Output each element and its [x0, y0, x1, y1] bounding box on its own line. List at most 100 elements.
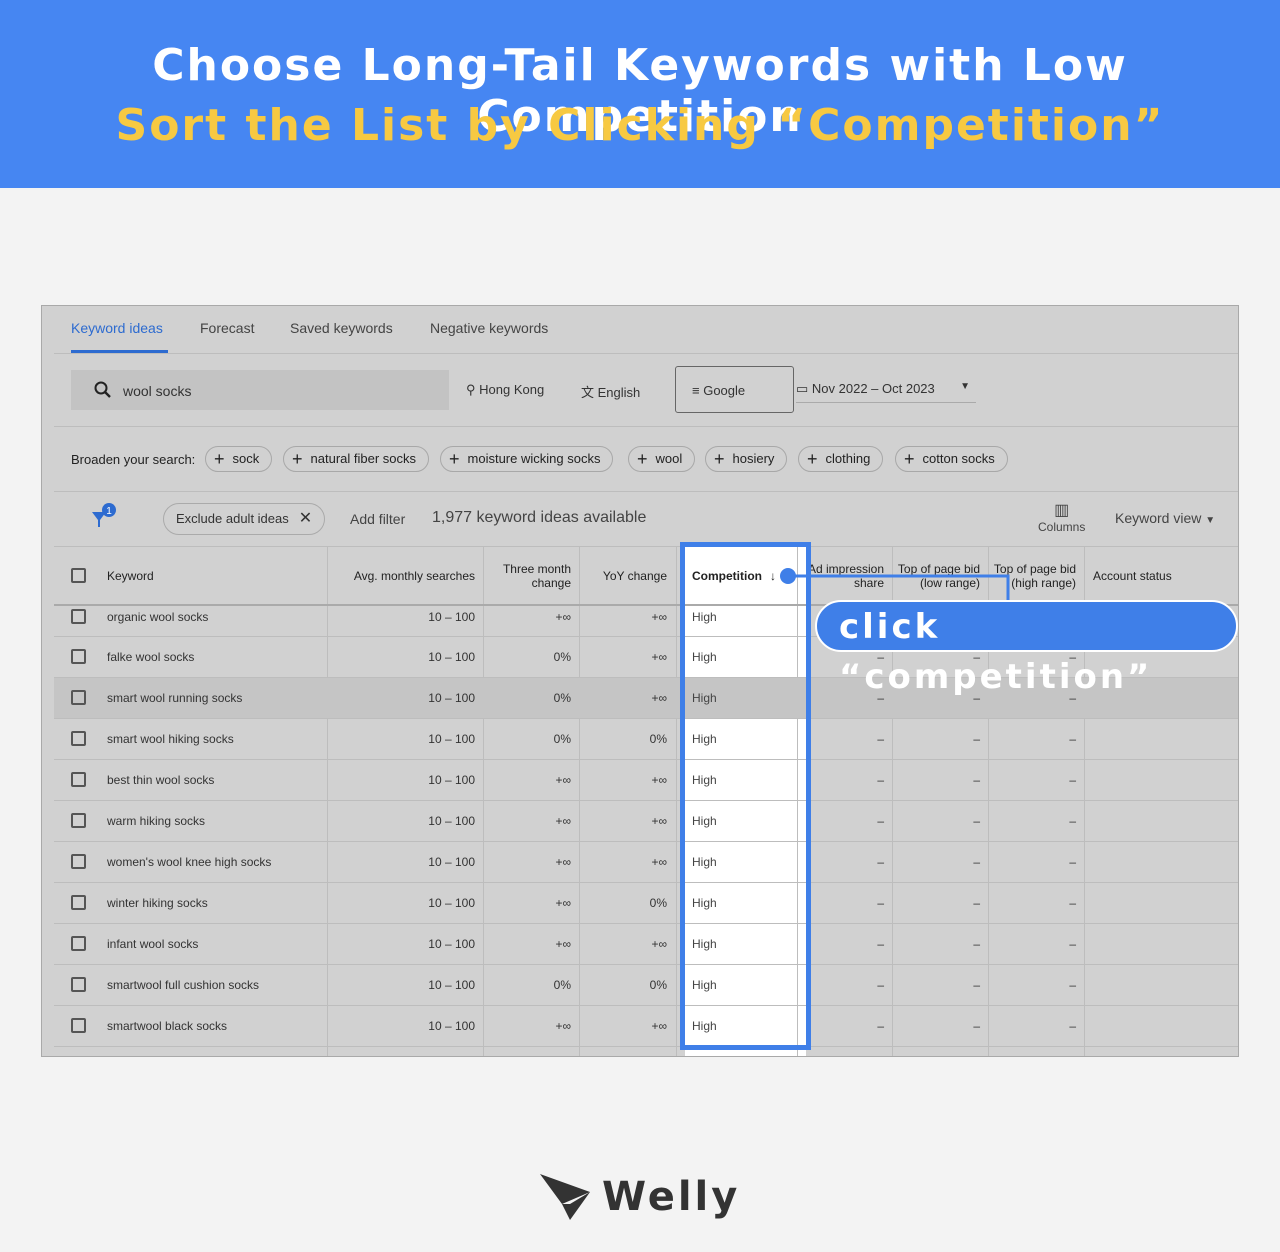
broaden-label: Broaden your search: [71, 452, 196, 467]
chip-label: wool [655, 451, 683, 466]
table-row[interactable]: best thin wool socks 10 – 100 +∞ +∞ High – – – [54, 760, 1238, 801]
cell-2: +∞ [555, 937, 571, 951]
table-row[interactable]: warm hiking socks 10 – 100 +∞ +∞ High – – – [54, 801, 1238, 842]
empty-cell: – [877, 773, 884, 787]
columns-button[interactable]: ▥ Columns [1038, 500, 1085, 534]
filter-icon: 1 [92, 503, 116, 527]
empty-cell: – [877, 732, 884, 746]
cell-1: 10 – 100 [428, 896, 475, 910]
empty-cell: – [1069, 937, 1076, 951]
keyword-view-dropdown[interactable]: Keyword view ▼ [1115, 510, 1215, 526]
column-header[interactable]: Account status [1093, 547, 1223, 605]
broaden-chip[interactable]: + clothing [798, 446, 884, 472]
network-selector[interactable]: ≡ Google [675, 366, 794, 413]
svg-text:1: 1 [106, 506, 112, 517]
language-selector[interactable]: 文 English [581, 382, 640, 401]
broaden-chip[interactable]: + moisture wicking socks [440, 446, 614, 472]
row-checkbox[interactable] [71, 936, 86, 951]
plus-icon: + [904, 449, 915, 469]
cell-1: 10 – 100 [428, 732, 475, 746]
row-checkbox[interactable] [71, 609, 86, 624]
table-row[interactable]: winter hiking socks 10 – 100 +∞ 0% High – – – [54, 883, 1238, 924]
translate-icon: 文 [581, 385, 598, 400]
location-selector[interactable]: ⚲ Hong Kong [466, 382, 544, 398]
tab-saved-keywords[interactable]: Saved keywords [290, 320, 393, 336]
cell-4: High [692, 610, 717, 624]
broaden-chip[interactable]: + cotton socks [895, 446, 1008, 472]
table-row[interactable]: women's wool knee high socks 10 – 100 +∞ +∞… [54, 842, 1238, 883]
plus-icon: + [449, 449, 460, 469]
cell-3: +∞ [651, 937, 667, 951]
filter-button[interactable]: 1 [90, 502, 118, 530]
table-row[interactable]: smartwool full cushion socks 10 – 100 0% 0%… [54, 965, 1238, 1006]
divider [54, 353, 1238, 354]
close-icon[interactable]: ✕ [299, 510, 312, 527]
plus-icon: + [714, 449, 725, 469]
empty-cell: – [1069, 855, 1076, 869]
tab-keyword-ideas[interactable]: Keyword ideas [71, 320, 163, 336]
broaden-chip[interactable]: + hosiery [705, 446, 788, 472]
date-range-selector[interactable]: ▭ Nov 2022 – Oct 2023 ▼ [796, 381, 976, 403]
chip-label: natural fiber socks [310, 451, 417, 466]
empty-cell: – [973, 732, 980, 746]
empty-cell: – [973, 855, 980, 869]
select-all-checkbox[interactable] [71, 568, 86, 583]
empty-cell: – [877, 896, 884, 910]
cell-4: High [692, 773, 717, 787]
paper-plane-logo-icon [540, 1174, 590, 1220]
search-input[interactable]: wool socks [71, 370, 449, 410]
row-checkbox[interactable] [71, 772, 86, 787]
cell-1: 10 – 100 [428, 773, 475, 787]
empty-cell: – [1069, 978, 1076, 992]
cell-1: 10 – 100 [428, 855, 475, 869]
broaden-chip[interactable]: + natural fiber socks [283, 446, 430, 472]
cell-1: 10 – 100 [428, 937, 475, 951]
cell-4: High [692, 691, 717, 705]
table-row[interactable]: smart wool hiking socks 10 – 100 0% 0% High –… [54, 719, 1238, 760]
cell-2: 0% [553, 978, 571, 992]
cell-3: 0% [649, 732, 667, 746]
empty-cell: – [973, 773, 980, 787]
broaden-chip[interactable]: + wool [628, 446, 696, 472]
empty-cell: – [973, 1019, 980, 1033]
dropdown-arrow-icon: ▼ [1205, 515, 1216, 526]
broaden-chip[interactable]: + sock [205, 446, 273, 472]
banner: Choose Long-Tail Keywords with Low Compe… [0, 0, 1280, 188]
location-label: Hong Kong [479, 382, 545, 397]
row-checkbox[interactable] [71, 649, 86, 664]
exclude-adult-ideas-chip[interactable]: Exclude adult ideas ✕ [163, 503, 326, 535]
add-filter-button[interactable]: Add filter [350, 511, 405, 527]
row-checkbox[interactable] [71, 731, 86, 746]
welly-logo: Welly [540, 1170, 750, 1225]
cell-3: +∞ [651, 814, 667, 828]
column-header[interactable]: Three month change [483, 547, 571, 605]
language-label: English [597, 385, 641, 400]
empty-cell: – [1069, 1019, 1076, 1033]
network-label: Google [703, 383, 746, 398]
cell-4: High [692, 1019, 717, 1033]
table-row[interactable]: infant wool socks 10 – 100 +∞ +∞ High – – – [54, 924, 1238, 965]
empty-cell: – [1069, 732, 1076, 746]
row-checkbox[interactable] [71, 813, 86, 828]
date-range-label: Nov 2022 – Oct 2023 [811, 381, 935, 396]
row-checkbox[interactable] [71, 895, 86, 910]
table-row[interactable]: smartwool black socks 10 – 100 +∞ +∞ High – – – [54, 1006, 1238, 1047]
column-header[interactable]: Avg. monthly searches [327, 547, 475, 605]
column-header[interactable]: YoY change [579, 547, 667, 605]
ideas-count: 1,977 keyword ideas available [432, 509, 647, 526]
cell-4: High [692, 896, 717, 910]
calendar-icon: ▭ [796, 381, 812, 396]
row-checkbox[interactable] [71, 690, 86, 705]
plus-icon: + [807, 449, 818, 469]
header-label: YoY change [602, 569, 667, 583]
tab-negative-keywords[interactable]: Negative keywords [430, 320, 548, 336]
row-checkbox[interactable] [71, 1018, 86, 1033]
empty-cell: – [1069, 896, 1076, 910]
tab-forecast[interactable]: Forecast [200, 320, 254, 336]
plus-icon: + [214, 449, 225, 469]
row-checkbox[interactable] [71, 977, 86, 992]
cell-3: +∞ [651, 773, 667, 787]
header-label: Three month change [502, 562, 571, 590]
cell-4: High [692, 855, 717, 869]
row-checkbox[interactable] [71, 854, 86, 869]
